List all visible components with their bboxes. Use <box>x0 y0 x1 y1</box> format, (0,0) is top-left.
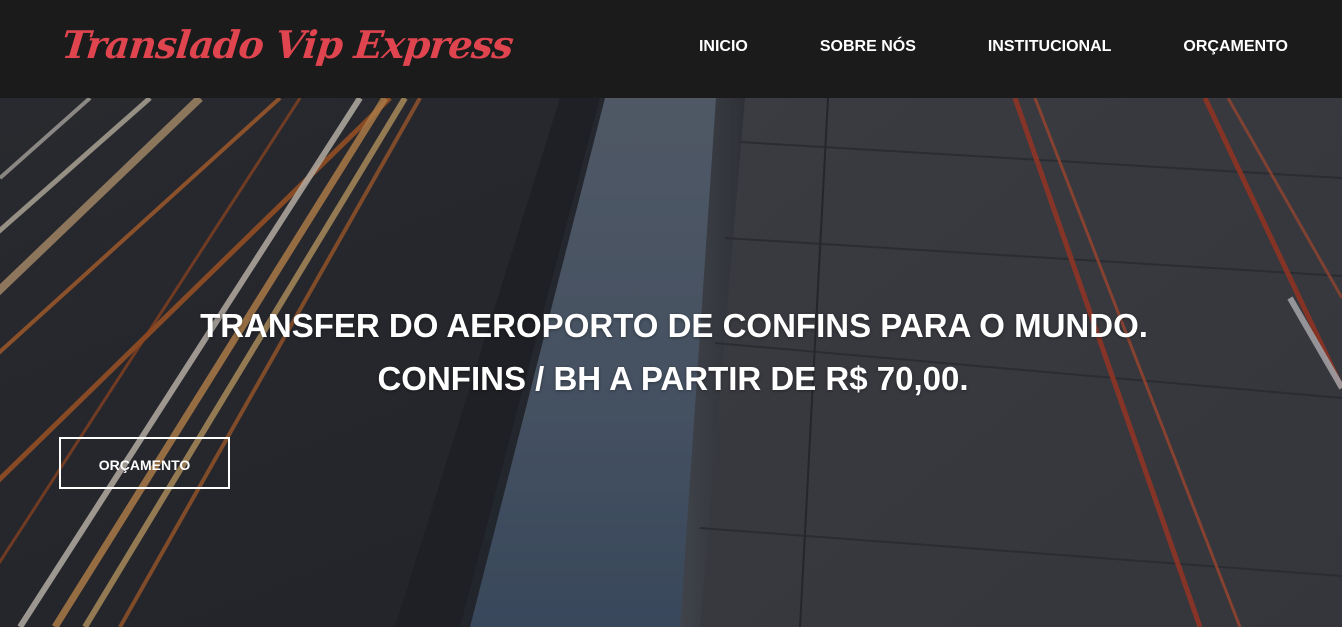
site-header: Translado Vip Express INICIO SOBRE NÓS I… <box>0 0 1342 98</box>
hero-section: TRANSFER DO AEROPORTO DE CONFINS PARA O … <box>0 98 1342 627</box>
hero-title-line-1: TRANSFER DO AEROPORTO DE CONFINS PARA O … <box>200 307 1148 344</box>
nav-item-institucional[interactable]: INSTITUCIONAL <box>988 38 1112 56</box>
nav-item-sobre-nos[interactable]: SOBRE NÓS <box>820 38 916 56</box>
page: Translado Vip Express INICIO SOBRE NÓS I… <box>0 0 1342 627</box>
main-nav: INICIO SOBRE NÓS INSTITUCIONAL ORÇAMENTO <box>699 38 1288 56</box>
orcamento-button[interactable]: ORÇAMENTO <box>59 437 230 489</box>
nav-item-orcamento[interactable]: ORÇAMENTO <box>1183 38 1288 56</box>
hero-title-line-2: CONFINS / BH A PARTIR DE R$ 70,00. <box>377 360 969 397</box>
nav-item-inicio[interactable]: INICIO <box>699 38 748 56</box>
site-logo[interactable]: Translado Vip Express <box>60 22 515 67</box>
